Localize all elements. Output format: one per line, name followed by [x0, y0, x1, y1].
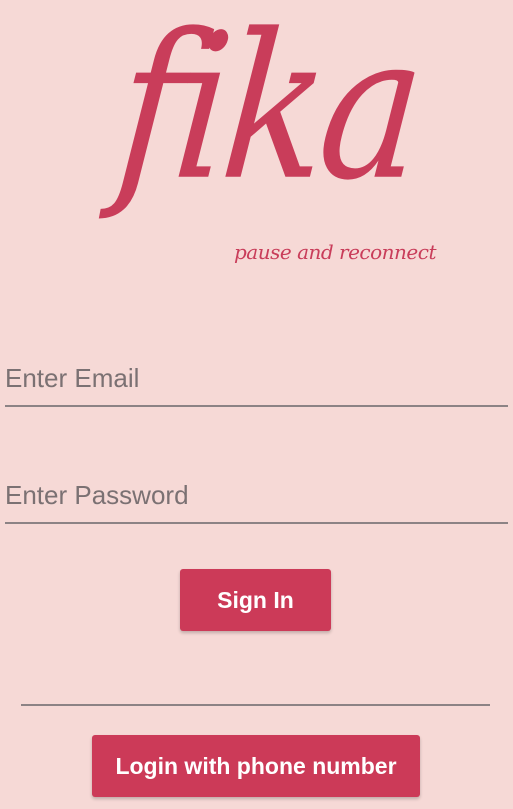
logo-wordmark: fika	[108, 0, 428, 226]
email-field-wrapper	[5, 351, 508, 411]
email-field[interactable]	[5, 351, 508, 407]
sign-in-button[interactable]: Sign In	[180, 569, 331, 631]
section-divider	[21, 704, 490, 706]
logo-tagline: pause and reconnect	[234, 240, 437, 264]
phone-login-button[interactable]: Login with phone number	[92, 735, 420, 797]
app-logo: fika pause and reconnect	[109, 0, 437, 278]
password-field-wrapper	[5, 468, 508, 528]
password-field[interactable]	[5, 468, 508, 524]
